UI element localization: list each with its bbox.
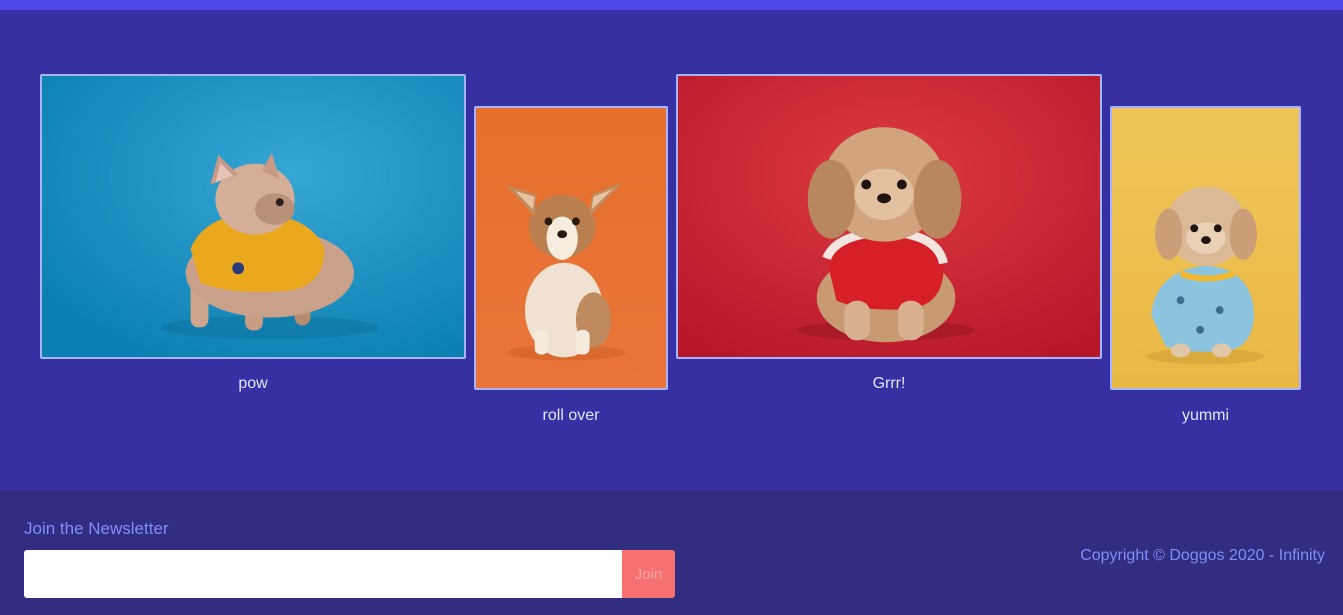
copyright-text: Copyright © Doggos 2020 - Infinity <box>1080 547 1325 564</box>
dog-gallery: pow roll over Grrr! yummi <box>0 10 1343 490</box>
gallery-card[interactable]: pow <box>40 74 466 404</box>
newsletter-email-input[interactable] <box>24 550 622 598</box>
gallery-card[interactable]: yummi <box>1110 106 1301 436</box>
newsletter-form: Join <box>24 550 675 598</box>
card-caption: roll over <box>542 407 600 424</box>
dog-photo-corgi[interactable] <box>474 106 668 390</box>
card-caption: pow <box>238 375 268 392</box>
card-caption: Grrr! <box>872 375 906 392</box>
gallery-card[interactable]: Grrr! <box>676 74 1102 404</box>
join-button[interactable]: Join <box>622 550 675 598</box>
top-accent-bar <box>0 0 1343 10</box>
newsletter-title: Join the Newsletter <box>24 519 169 538</box>
card-caption: yummi <box>1181 407 1230 424</box>
french-bulldog-image <box>42 76 464 357</box>
site-footer: Join the Newsletter Join Copyright © Dog… <box>0 490 1343 615</box>
poodle-mix-image <box>1112 108 1299 388</box>
dog-photo-poodle-mix[interactable] <box>1110 106 1301 390</box>
shih-tzu-image <box>678 76 1100 357</box>
gallery-card[interactable]: roll over <box>474 106 668 436</box>
dog-photo-french-bulldog[interactable] <box>40 74 466 359</box>
dog-photo-shih-tzu[interactable] <box>676 74 1102 359</box>
corgi-image <box>476 108 666 388</box>
